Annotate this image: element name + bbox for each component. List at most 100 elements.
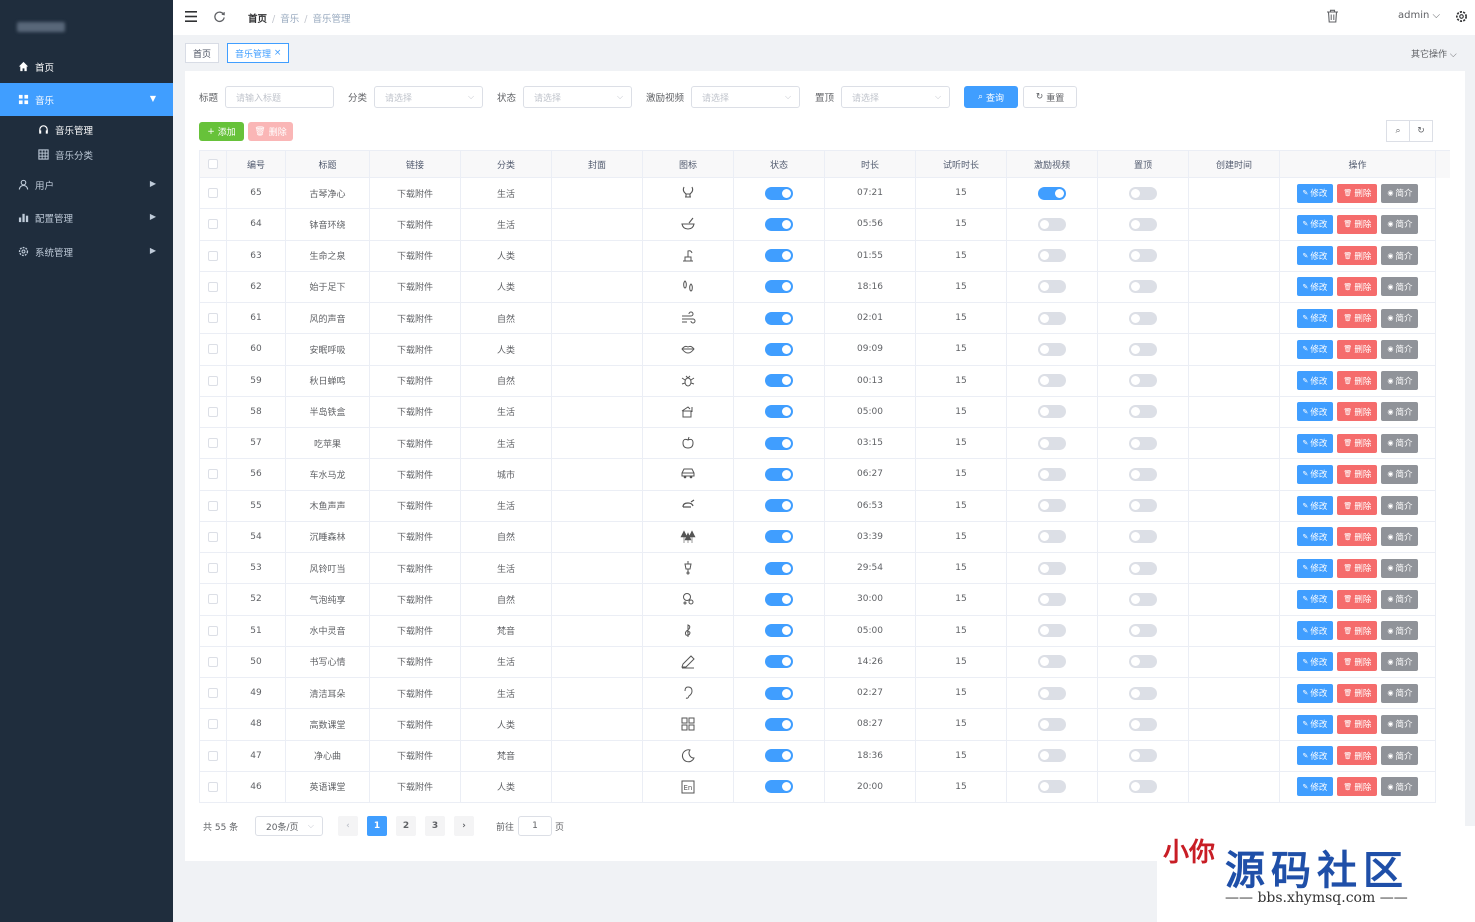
row-checkbox[interactable] [208, 500, 218, 511]
delete-button[interactable]: 🗑 删除 [1337, 683, 1378, 703]
edit-button[interactable]: ✎ 修改 [1296, 371, 1334, 391]
top-switch[interactable] [1129, 624, 1157, 638]
top-switch[interactable] [1129, 436, 1157, 450]
top-switch[interactable] [1129, 311, 1157, 325]
delete-button[interactable]: 🗑 删除 [1337, 308, 1378, 328]
status-switch[interactable] [765, 780, 793, 794]
delete-button[interactable]: 🗑 删除 [1337, 777, 1378, 797]
table-row[interactable]: 54 沉睡森林 下载附件 自然 03:39 15 ✎ 修改 🗑 删除 ◉ 简介 [200, 521, 1450, 553]
status-switch[interactable] [765, 561, 793, 575]
edit-button[interactable]: ✎ 修改 [1296, 246, 1334, 266]
status-switch[interactable] [765, 186, 793, 200]
table-row[interactable]: 65 古琴净心 下载附件 生活 07:21 15 ✎ 修改 🗑 删除 ◉ 简介 [200, 178, 1450, 210]
delete-button[interactable]: 🗑 删除 [1337, 746, 1378, 766]
row-checkbox[interactable] [208, 188, 218, 199]
link-cell-text[interactable]: 下载附件 [397, 280, 433, 293]
top-switch[interactable] [1129, 749, 1157, 763]
info-button[interactable]: ◉ 简介 [1381, 246, 1419, 266]
link-cell-text[interactable]: 下载附件 [397, 374, 433, 387]
delete-button[interactable]: 🗑 删除 [1337, 558, 1378, 578]
top-switch[interactable] [1129, 342, 1157, 356]
status-switch[interactable] [765, 686, 793, 700]
row-checkbox[interactable] [208, 563, 218, 574]
delete-button[interactable]: 🗑 删除 [1337, 214, 1378, 234]
link-cell-text[interactable]: 下载附件 [397, 749, 433, 762]
delete-button[interactable]: 🗑 删除 [1337, 433, 1378, 453]
status-switch[interactable] [765, 467, 793, 481]
video-switch[interactable] [1038, 592, 1066, 606]
table-row[interactable]: 64 钵音环绕 下载附件 生活 05:56 15 ✎ 修改 🗑 删除 ◉ 简介 [200, 209, 1450, 241]
video-switch[interactable] [1038, 749, 1066, 763]
edit-button[interactable]: ✎ 修改 [1296, 214, 1334, 234]
delete-button[interactable]: 🗑 删除 [1337, 496, 1378, 516]
edit-button[interactable]: ✎ 修改 [1296, 402, 1334, 422]
sidebar-item-home[interactable]: 首页 [0, 50, 173, 83]
edit-button[interactable]: ✎ 修改 [1296, 496, 1334, 516]
row-checkbox[interactable] [208, 219, 218, 230]
table-row[interactable]: 62 始于足下 下载附件 人类 18:16 15 ✎ 修改 🗑 删除 ◉ 简介 [200, 271, 1450, 303]
delete-button[interactable]: 🗑 删除 [1337, 277, 1378, 297]
close-icon[interactable]: × [274, 48, 282, 58]
status-switch[interactable] [765, 280, 793, 294]
top-switch[interactable] [1129, 717, 1157, 731]
table-row[interactable]: 47 净心曲 下载附件 梵音 18:36 15 ✎ 修改 🗑 删除 ◉ 简介 [200, 740, 1450, 772]
row-checkbox[interactable] [208, 250, 218, 261]
video-switch[interactable] [1038, 717, 1066, 731]
sidebar-item-music-category[interactable]: 音乐分类 [0, 142, 173, 167]
row-checkbox[interactable] [208, 406, 218, 417]
video-switch[interactable] [1038, 686, 1066, 700]
info-button[interactable]: ◉ 简介 [1381, 746, 1419, 766]
edit-button[interactable]: ✎ 修改 [1296, 433, 1334, 453]
info-button[interactable]: ◉ 简介 [1381, 589, 1419, 609]
top-switch[interactable] [1129, 467, 1157, 481]
reset-button[interactable]: ↻ 重置 [1023, 86, 1077, 108]
table-row[interactable]: 48 高数课堂 下载附件 人类 08:27 15 ✎ 修改 🗑 删除 ◉ 简介 [200, 709, 1450, 741]
info-button[interactable]: ◉ 简介 [1381, 496, 1419, 516]
goto-page-input[interactable]: 1 [518, 816, 552, 836]
delete-button[interactable]: 🗑 删除 [1337, 339, 1378, 359]
status-switch[interactable] [765, 374, 793, 388]
row-checkbox[interactable] [208, 625, 218, 636]
row-checkbox[interactable] [208, 750, 218, 761]
top-switch[interactable] [1129, 780, 1157, 794]
link-cell-text[interactable]: 下载附件 [397, 593, 433, 606]
video-switch[interactable] [1038, 186, 1066, 200]
info-button[interactable]: ◉ 简介 [1381, 714, 1419, 734]
breadcrumb-music[interactable]: 音乐 [280, 14, 299, 25]
table-row[interactable]: 52 气泡纯享 下载附件 自然 30:00 15 ✎ 修改 🗑 删除 ◉ 简介 [200, 584, 1450, 616]
search-toggle-button[interactable]: ⌕ [1386, 120, 1410, 142]
delete-button[interactable]: 🗑 删除 [1337, 183, 1378, 203]
status-switch[interactable] [765, 436, 793, 450]
row-checkbox[interactable] [208, 344, 218, 355]
category-select[interactable]: 请选择 ⌵ [374, 86, 484, 108]
edit-button[interactable]: ✎ 修改 [1296, 527, 1334, 547]
link-cell-text[interactable]: 下载附件 [397, 405, 433, 418]
row-checkbox[interactable] [208, 281, 218, 292]
top-switch[interactable] [1129, 374, 1157, 388]
refresh-icon[interactable] [213, 10, 226, 26]
delete-button[interactable]: 🗑 删除 [1337, 589, 1378, 609]
link-cell-text[interactable]: 下载附件 [397, 312, 433, 325]
trash-icon[interactable] [1326, 9, 1339, 26]
tag-music-manage[interactable]: 音乐管理 × [227, 43, 290, 63]
edit-button[interactable]: ✎ 修改 [1296, 746, 1334, 766]
link-cell-text[interactable]: 下载附件 [397, 218, 433, 231]
info-button[interactable]: ◉ 简介 [1381, 308, 1419, 328]
table-row[interactable]: 59 秋日蝉鸣 下载附件 自然 00:13 15 ✎ 修改 🗑 删除 ◉ 简介 [200, 365, 1450, 397]
user-dropdown[interactable]: admin ⌵ [1398, 10, 1440, 21]
row-checkbox[interactable] [208, 438, 218, 449]
search-button[interactable]: ⌕ 查询 [964, 86, 1018, 108]
delete-button[interactable]: 🗑 删除 [1337, 371, 1378, 391]
video-switch[interactable] [1038, 342, 1066, 356]
video-switch[interactable] [1038, 530, 1066, 544]
page-3-button[interactable]: 3 [425, 816, 445, 836]
other-actions-dropdown[interactable]: 其它操作 ⌵ [1411, 47, 1457, 60]
table-row[interactable]: 49 清洁耳朵 下载附件 生活 02:27 15 ✎ 修改 🗑 删除 ◉ 简介 [200, 678, 1450, 710]
sidebar-item-music-manage[interactable]: 音乐管理 [0, 117, 173, 142]
link-cell-text[interactable]: 下载附件 [397, 687, 433, 700]
top-switch[interactable] [1129, 530, 1157, 544]
title-input[interactable]: 请输入标题 [225, 86, 335, 108]
status-switch[interactable] [765, 405, 793, 419]
video-switch[interactable] [1038, 624, 1066, 638]
add-button[interactable]: + 添加 [199, 122, 244, 141]
